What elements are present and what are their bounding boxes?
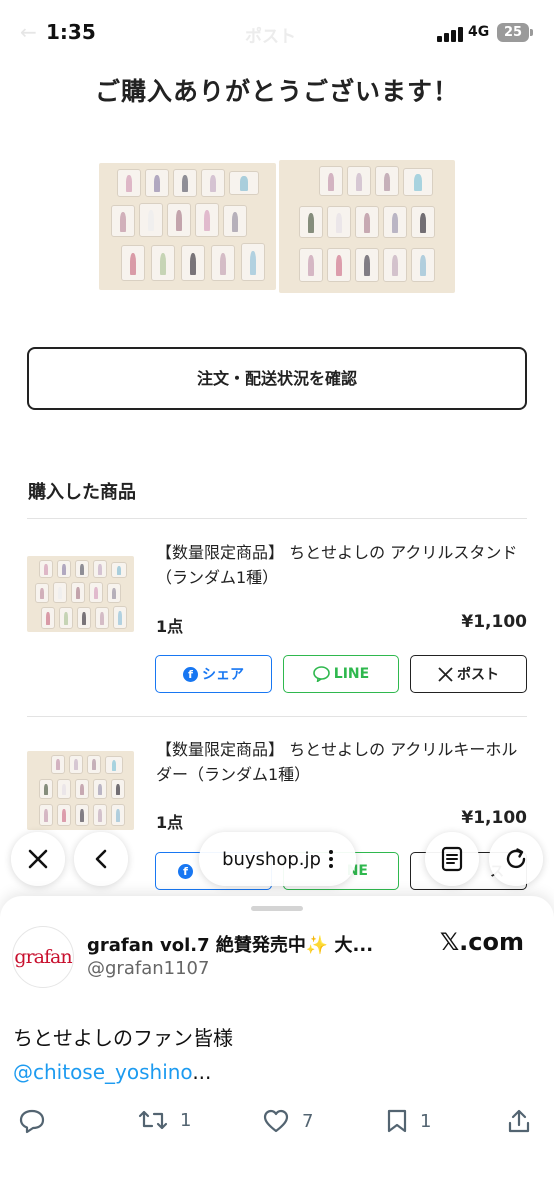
- chevron-left-icon: [95, 849, 107, 869]
- bookmark-icon: [387, 1109, 407, 1133]
- line-icon: [312, 666, 330, 682]
- back-button[interactable]: [74, 832, 128, 886]
- retweet-icon: [138, 1110, 168, 1130]
- acrylic-stand-photo: [99, 163, 276, 290]
- order-status-button[interactable]: 注文・配送状況を確認: [27, 347, 527, 410]
- item-thumbnail[interactable]: [27, 751, 134, 830]
- network-type: 4G: [468, 24, 490, 40]
- reply-icon: [19, 1109, 45, 1134]
- mention-handle[interactable]: @chitose_yoshino: [13, 1060, 192, 1084]
- x-logo-icon: [438, 666, 453, 682]
- x-post-sheet[interactable]: grafan grafan vol.7 絶賛発売中✨ 大... @grafan1…: [0, 896, 554, 1199]
- tweet-text: ちとせよしのファン皆様: [13, 1026, 233, 1050]
- reader-mode-button[interactable]: [425, 832, 479, 886]
- bookmark-count: 1: [420, 1110, 432, 1132]
- sheet-grabber[interactable]: [251, 906, 303, 911]
- x-com-link[interactable]: 𝕏.com: [440, 928, 524, 956]
- account-handle[interactable]: @grafan1107: [87, 958, 209, 979]
- faded-header-title: ポスト: [245, 27, 296, 47]
- line-share-label: LINE: [333, 666, 370, 682]
- close-icon: [28, 849, 48, 869]
- item-name[interactable]: 【数量限定商品】 ちとせよしの アクリルキーホルダー（ランダム1種）: [156, 737, 528, 787]
- reader-icon: [441, 846, 463, 872]
- battery-icon: 25: [497, 23, 533, 42]
- thanks-heading: ご購入ありがとうございます！: [94, 77, 459, 106]
- reload-button[interactable]: [489, 832, 543, 886]
- item-quantity: 1点: [156, 617, 184, 636]
- x-post-button[interactable]: ポスト: [410, 655, 527, 693]
- like-button[interactable]: 7: [262, 1108, 313, 1134]
- item-name[interactable]: 【数量限定商品】 ちとせよしの アクリルスタンド（ランダム1種）: [156, 540, 528, 590]
- status-bar: ← 1:35 ポスト 4G 25: [0, 0, 554, 66]
- reload-icon: [506, 848, 526, 869]
- share-icon: [508, 1109, 530, 1133]
- item-price: ¥1,100: [461, 808, 527, 828]
- mention-link[interactable]: @chitose_yoshino...: [13, 1060, 211, 1084]
- url-text: buyshop.jp: [222, 848, 321, 870]
- cellular-signal-icon: [437, 26, 465, 42]
- x-post-label: ポスト: [457, 667, 499, 683]
- faded-back-arrow-icon: ←: [20, 20, 37, 44]
- facebook-share-label: シェア: [202, 667, 244, 683]
- mention-ellipsis: ...: [192, 1060, 212, 1084]
- tweet-actions: 1 7 1: [0, 1108, 554, 1138]
- close-button[interactable]: [11, 832, 65, 886]
- item-thumbnail[interactable]: [27, 556, 134, 632]
- purchased-items-heading: 購入した商品: [28, 482, 136, 503]
- account-name[interactable]: grafan vol.7 絶賛発売中✨ 大...: [87, 931, 387, 957]
- divider: [27, 518, 527, 519]
- more-options-icon[interactable]: [328, 850, 333, 868]
- item-quantity: 1点: [156, 813, 184, 832]
- facebook-icon: f: [183, 666, 198, 682]
- item-price: ¥1,100: [461, 612, 527, 632]
- url-bar[interactable]: buyshop.jp: [199, 832, 356, 886]
- acrylic-keyholder-photo: [279, 160, 455, 293]
- facebook-icon: f: [178, 863, 193, 879]
- retweet-count: 1: [180, 1109, 192, 1131]
- facebook-share-button[interactable]: f シェア: [155, 655, 272, 693]
- avatar[interactable]: grafan: [12, 926, 74, 988]
- heart-icon: [263, 1109, 289, 1133]
- line-share-button[interactable]: LINE: [283, 655, 399, 693]
- reply-button[interactable]: [18, 1108, 46, 1134]
- divider: [27, 716, 527, 717]
- status-time: 1:35: [46, 20, 96, 44]
- share-button[interactable]: [507, 1108, 531, 1134]
- like-count: 7: [302, 1110, 314, 1132]
- retweet-button[interactable]: 1: [138, 1108, 191, 1132]
- bookmark-button[interactable]: 1: [386, 1108, 431, 1134]
